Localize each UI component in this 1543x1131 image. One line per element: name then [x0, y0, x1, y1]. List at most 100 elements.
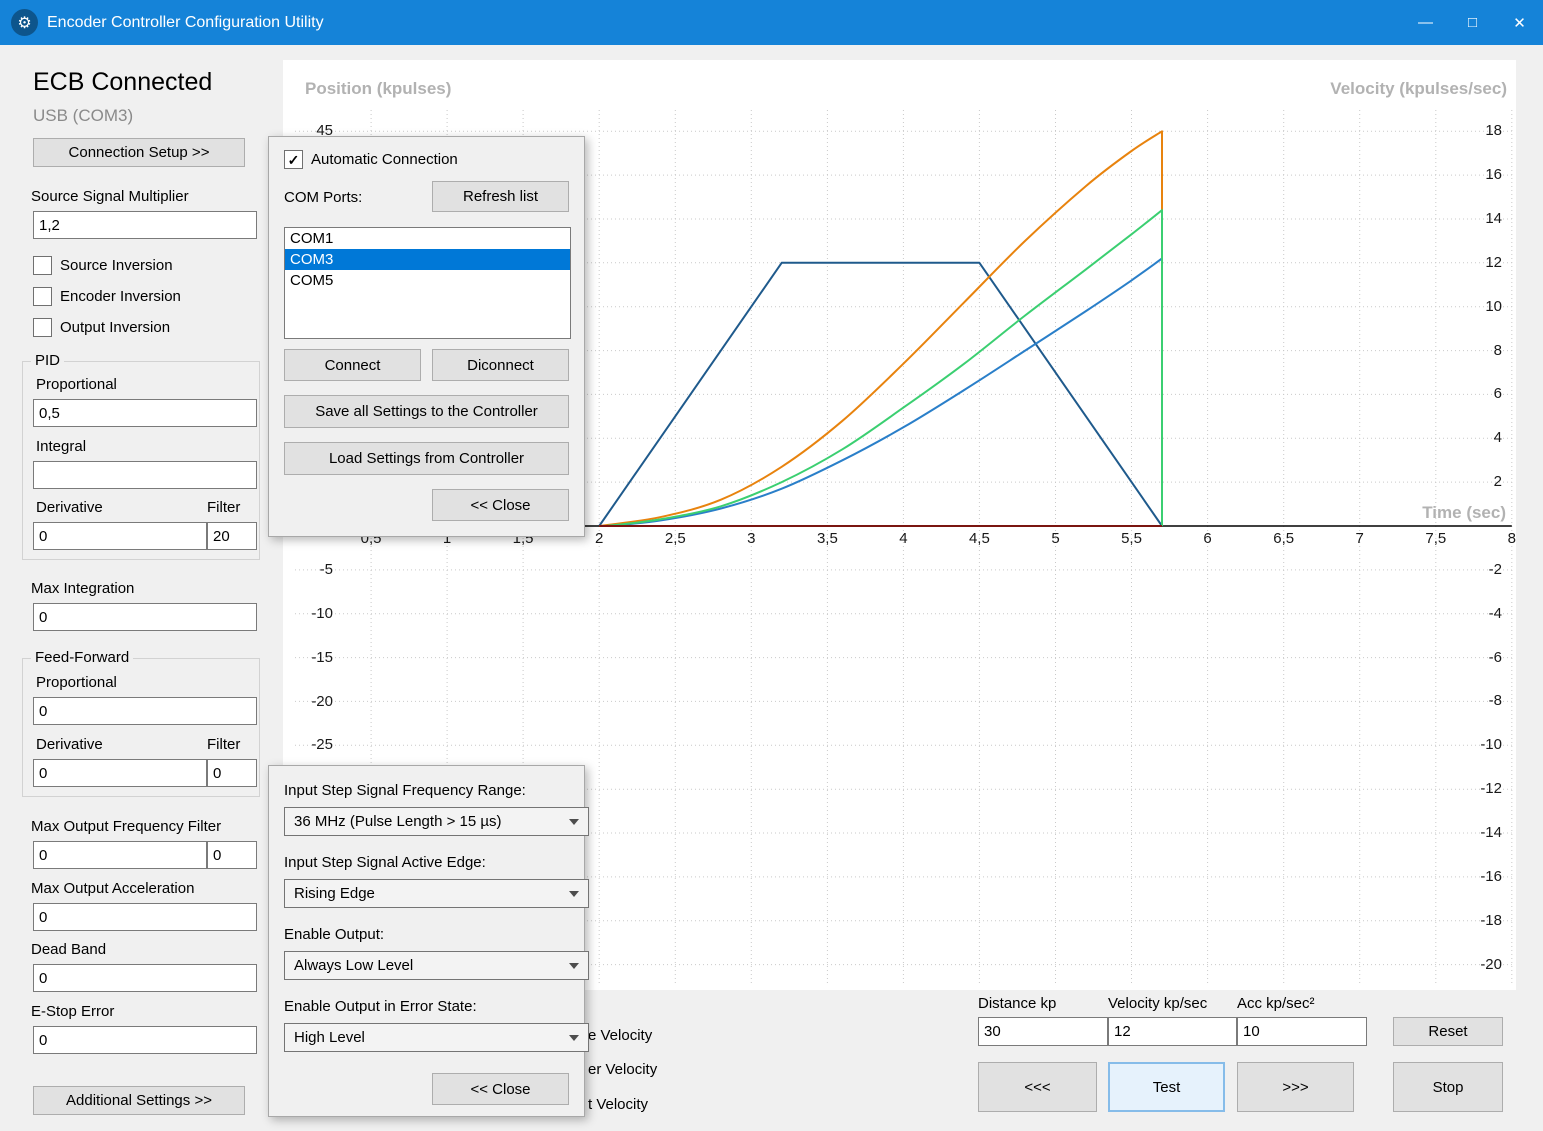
- max-output-acceleration-input[interactable]: [33, 903, 257, 931]
- chevron-down-icon: [569, 1034, 579, 1041]
- com-port-item[interactable]: COM1: [285, 228, 570, 249]
- distance-label: Distance kp: [978, 995, 1057, 1012]
- pid-integral-label: Integral: [36, 438, 87, 455]
- right-tick-label: -18: [1480, 911, 1502, 929]
- x-tick-label: 6,5: [1273, 530, 1295, 547]
- right-tick-label: -6: [1488, 648, 1502, 666]
- ff-proportional-input[interactable]: [33, 697, 257, 725]
- chevron-down-icon: [569, 962, 579, 969]
- maximize-icon[interactable]: □: [1449, 0, 1496, 45]
- disconnect-button[interactable]: Diconnect: [432, 349, 569, 381]
- checkbox-label: Output Inversion: [60, 319, 171, 336]
- max-integration-input[interactable]: [33, 603, 257, 631]
- velocity-input[interactable]: [1108, 1017, 1237, 1046]
- pid-integral-input[interactable]: [33, 461, 257, 489]
- checkbox-box[interactable]: [33, 256, 52, 275]
- test-button[interactable]: Test: [1108, 1062, 1225, 1112]
- frequency-range-value: 36 MHz (Pulse Length > 15 µs): [294, 813, 502, 830]
- connect-button[interactable]: Connect: [284, 349, 421, 381]
- x-tick-label: 2: [595, 530, 604, 547]
- com-port-item-selected[interactable]: COM3: [285, 249, 570, 270]
- error-state-value: High Level: [294, 1029, 365, 1046]
- refresh-list-button[interactable]: Refresh list: [432, 181, 569, 212]
- com-port-item[interactable]: COM5: [285, 270, 570, 291]
- ff-filter-input[interactable]: [207, 759, 257, 787]
- left-tick-label: -20: [311, 692, 333, 710]
- checkbox-box[interactable]: ✓: [284, 150, 303, 169]
- chevron-down-icon: [569, 890, 579, 897]
- source-signal-multiplier-label: Source Signal Multiplier: [31, 188, 189, 205]
- enable-output-select[interactable]: Always Low Level: [284, 951, 589, 980]
- e-stop-error-label: E-Stop Error: [31, 1003, 115, 1020]
- dead-band-label: Dead Band: [31, 941, 107, 958]
- max-output-frequency-input[interactable]: [33, 841, 207, 869]
- left-tick-label: -25: [311, 736, 333, 754]
- x-tick-label: 7,5: [1425, 530, 1447, 547]
- error-state-label: Enable Output in Error State:: [284, 998, 477, 1015]
- active-edge-select[interactable]: Rising Edge: [284, 879, 589, 908]
- right-axis-title: Velocity (kpulses/sec): [1330, 79, 1507, 98]
- x-tick-label: 4,5: [968, 530, 990, 547]
- checkbox-label: Automatic Connection: [311, 151, 458, 168]
- save-settings-button[interactable]: Save all Settings to the Controller: [284, 395, 569, 428]
- ff-derivative-input[interactable]: [33, 759, 207, 787]
- distance-input[interactable]: [978, 1017, 1108, 1046]
- right-tick-label: -20: [1480, 955, 1502, 973]
- right-tick-label: 4: [1493, 429, 1502, 447]
- x-tick-label: 8: [1507, 530, 1516, 547]
- close-icon[interactable]: ✕: [1496, 0, 1543, 45]
- additional-settings-button[interactable]: Additional Settings >>: [33, 1086, 245, 1115]
- connection-close-button[interactable]: << Close: [432, 489, 569, 521]
- max-output-frequency-filter-input[interactable]: [207, 841, 257, 869]
- e-stop-error-input[interactable]: [33, 1026, 257, 1054]
- output-inversion-checkbox[interactable]: Output Inversion: [33, 318, 170, 337]
- encoder-inversion-checkbox[interactable]: Encoder Inversion: [33, 287, 181, 306]
- connection-setup-button[interactable]: Connection Setup >>: [33, 138, 245, 167]
- com-ports-list[interactable]: COM1 COM3 COM5: [284, 227, 571, 339]
- minimize-icon[interactable]: —: [1402, 0, 1449, 45]
- frequency-range-select[interactable]: 36 MHz (Pulse Length > 15 µs): [284, 807, 589, 836]
- pid-filter-input[interactable]: [207, 522, 257, 550]
- reset-button[interactable]: Reset: [1393, 1017, 1503, 1046]
- move-forward-button[interactable]: >>>: [1237, 1062, 1354, 1112]
- x-tick-label: 6: [1203, 530, 1212, 547]
- left-tick-label: -10: [311, 604, 333, 622]
- acceleration-label: Acc kp/sec²: [1237, 995, 1315, 1012]
- feed-forward-group-title: Feed-Forward: [31, 649, 134, 666]
- legend-item-partial-1: e Velocity: [588, 1027, 653, 1044]
- pid-proportional-input[interactable]: [33, 399, 257, 427]
- x-tick-label: 5: [1051, 530, 1060, 547]
- source-inversion-checkbox[interactable]: Source Inversion: [33, 256, 173, 275]
- stop-button[interactable]: Stop: [1393, 1062, 1503, 1112]
- frequency-range-label: Input Step Signal Frequency Range:: [284, 782, 526, 799]
- load-settings-button[interactable]: Load Settings from Controller: [284, 442, 569, 475]
- checkbox-box[interactable]: [33, 287, 52, 306]
- chevron-down-icon: [569, 818, 579, 825]
- error-state-select[interactable]: High Level: [284, 1023, 589, 1052]
- window-controls: — □ ✕: [1402, 0, 1543, 45]
- right-tick-label: 8: [1493, 341, 1502, 359]
- window-title: Encoder Controller Configuration Utility: [47, 13, 324, 31]
- left-axis-title: Position (kpulses): [305, 79, 452, 98]
- right-tick-label: 18: [1485, 122, 1502, 140]
- gear-icon: ⚙: [11, 9, 38, 36]
- legend-item-partial-2: er Velocity: [588, 1061, 658, 1078]
- automatic-connection-checkbox[interactable]: ✓ Automatic Connection: [284, 150, 458, 169]
- pid-derivative-input[interactable]: [33, 522, 207, 550]
- move-back-button[interactable]: <<<: [978, 1062, 1097, 1112]
- acceleration-input[interactable]: [1237, 1017, 1367, 1046]
- right-tick-label: -2: [1488, 560, 1502, 578]
- x-tick-label: 2,5: [664, 530, 686, 547]
- checkbox-box[interactable]: [33, 318, 52, 337]
- source-signal-multiplier-input[interactable]: [33, 211, 257, 239]
- right-tick-label: -8: [1488, 692, 1502, 710]
- x-tick-label: 7: [1355, 530, 1364, 547]
- checkbox-label: Source Inversion: [60, 257, 173, 274]
- right-tick-label: -14: [1480, 824, 1502, 841]
- right-tick-label: 6: [1493, 385, 1502, 403]
- signal-close-button[interactable]: << Close: [432, 1073, 569, 1105]
- dead-band-input[interactable]: [33, 964, 257, 992]
- connection-port-label: USB (COM3): [33, 106, 134, 125]
- max-output-acceleration-label: Max Output Acceleration: [31, 880, 195, 897]
- checkbox-label: Encoder Inversion: [60, 288, 181, 305]
